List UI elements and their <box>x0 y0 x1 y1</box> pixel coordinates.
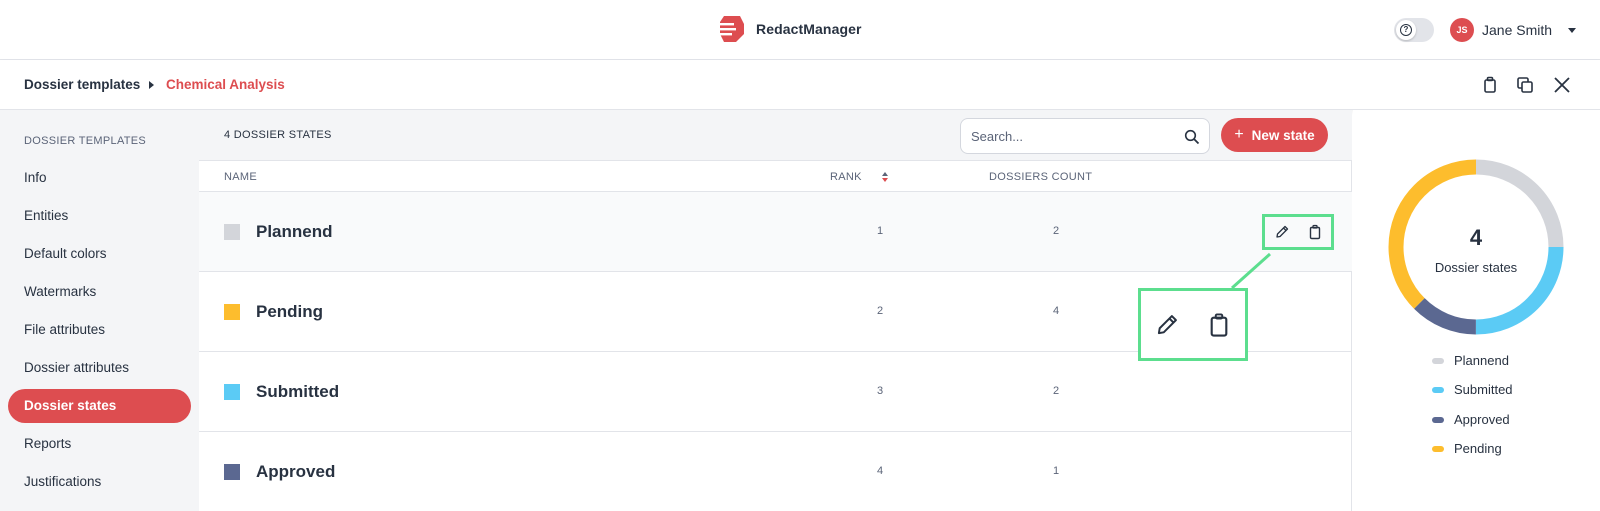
edit-icon[interactable] <box>1274 224 1290 240</box>
sidebar-item-info[interactable]: Info <box>8 161 191 195</box>
legend-label: Submitted <box>1454 382 1513 397</box>
legend-item-approved[interactable]: Approved <box>1432 412 1510 427</box>
state-color-swatch <box>224 384 240 400</box>
legend-dot <box>1432 357 1444 364</box>
legend-label: Plannend <box>1454 353 1509 368</box>
top-bar: RedactManager ? JS Jane Smith <box>0 0 1600 60</box>
state-name: Approved <box>256 462 336 481</box>
table-header: NAME RANK DOSSIERS COUNT <box>199 161 1352 192</box>
state-name: Pending <box>256 302 324 321</box>
legend-dot <box>1432 386 1444 393</box>
help-icon: ? <box>1396 20 1416 40</box>
search-icon[interactable] <box>1184 129 1200 145</box>
sidebar-item-default-colors[interactable]: Default colors <box>8 237 191 271</box>
legend-label: Approved <box>1454 412 1510 427</box>
states-count: 4 DOSSIER STATES <box>224 129 332 141</box>
user-menu[interactable]: JS Jane Smith <box>1450 18 1577 42</box>
table-row[interactable]: Approved 4 1 <box>199 432 1352 511</box>
copy-icon[interactable] <box>1514 74 1536 96</box>
chevron-right-icon <box>149 81 154 89</box>
sidebar: DOSSIER TEMPLATES Info Entities Default … <box>0 110 199 511</box>
app-name: RedactManager <box>756 21 862 37</box>
sidebar-heading: DOSSIER TEMPLATES <box>24 135 147 147</box>
state-dossiers-count: 1 <box>1052 465 1060 477</box>
search-box <box>960 118 1210 154</box>
legend-dot <box>1432 416 1444 423</box>
help-mode-toggle[interactable]: ? <box>1394 18 1434 42</box>
sidebar-item-entities[interactable]: Entities <box>8 199 191 233</box>
column-name[interactable]: NAME <box>224 171 257 183</box>
sidebar-item-watermarks[interactable]: Watermarks <box>8 275 191 309</box>
state-color-swatch <box>224 224 240 240</box>
table-toolbar: 4 DOSSIER STATES + New state <box>199 110 1352 161</box>
table-row[interactable]: Submitted 3 2 <box>199 352 1352 432</box>
app-logo[interactable]: RedactManager <box>716 14 862 44</box>
sidebar-item-file-attributes[interactable]: File attributes <box>8 313 191 347</box>
state-dossiers-count: 2 <box>1052 385 1060 397</box>
trash-icon[interactable] <box>1206 312 1232 338</box>
summary-panel: 4 Dossier states Plannend Submitted Appr… <box>1353 110 1600 511</box>
legend-dot <box>1432 445 1444 452</box>
state-rank: 3 <box>876 385 884 397</box>
column-dossiers-count[interactable]: DOSSIERS COUNT <box>989 171 1092 183</box>
legend-item-pending[interactable]: Pending <box>1432 441 1502 456</box>
avatar: JS <box>1450 18 1474 42</box>
state-name: Plannend <box>256 222 333 241</box>
state-rank: 2 <box>876 305 884 317</box>
state-dossiers-count: 4 <box>1052 305 1060 317</box>
sort-icon[interactable] <box>881 171 889 183</box>
legend-label: Pending <box>1454 441 1502 456</box>
logo-icon <box>716 16 744 42</box>
sidebar-item-reports[interactable]: Reports <box>8 427 191 461</box>
search-input[interactable] <box>971 127 1171 145</box>
row-actions <box>1262 214 1334 250</box>
zoomed-row-actions <box>1138 288 1248 361</box>
state-dossiers-count: 2 <box>1052 225 1060 237</box>
user-name: Jane Smith <box>1482 22 1553 38</box>
state-name: Submitted <box>256 382 340 401</box>
breadcrumb-parent[interactable]: Dossier templates <box>24 77 140 92</box>
column-rank[interactable]: RANK <box>830 171 862 183</box>
sidebar-item-dossier-attributes[interactable]: Dossier attributes <box>8 351 191 385</box>
sidebar-item-justifications[interactable]: Justifications <box>8 465 191 499</box>
new-state-label: New state <box>1251 127 1315 143</box>
new-state-button[interactable]: + New state <box>1221 118 1328 152</box>
state-color-swatch <box>224 464 240 480</box>
total-states: 4 <box>1469 225 1483 250</box>
table-row[interactable]: Plannend 1 2 <box>199 192 1352 272</box>
chevron-down-icon <box>1568 27 1577 33</box>
legend-item-submitted[interactable]: Submitted <box>1432 382 1513 397</box>
total-states-label: Dossier states <box>1434 260 1518 275</box>
state-rank: 4 <box>876 465 884 477</box>
close-icon[interactable] <box>1551 74 1573 96</box>
breadcrumb: Dossier templates Chemical Analysis <box>0 60 1600 110</box>
legend-item-plannend[interactable]: Plannend <box>1432 353 1509 368</box>
state-color-swatch <box>224 304 240 320</box>
breadcrumb-current[interactable]: Chemical Analysis <box>166 77 285 92</box>
edit-icon[interactable] <box>1154 312 1180 338</box>
trash-icon[interactable] <box>1479 74 1501 96</box>
trash-icon[interactable] <box>1307 224 1323 240</box>
state-rank: 1 <box>876 225 884 237</box>
sidebar-item-dossier-states[interactable]: Dossier states <box>8 389 191 423</box>
plus-icon: + <box>1234 126 1244 143</box>
